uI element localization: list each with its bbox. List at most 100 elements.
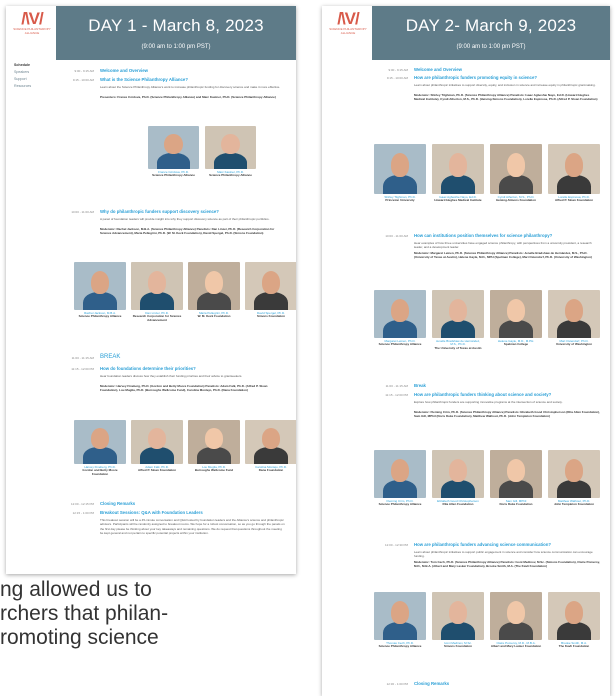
speaker-card[interactable]: Adam Falk, Ph.D. Alfred P. Sloan Foundati… (131, 420, 183, 476)
speaker-affiliation: Science Philanthropy Alliance (378, 342, 422, 347)
speaker-card[interactable]: Thomas Cech, Ph.D. Science Philanthropy A… (374, 592, 426, 649)
speaker-photo-body (499, 175, 533, 194)
speaker-card[interactable]: Shirley Tilghman, Ph.D. Princeton Univers… (374, 144, 426, 203)
alliance-logo[interactable]: /\V/ SCIENCE PHILANTHROPY ALLIANCE (328, 10, 368, 50)
speaker-affiliation: Simons Foundation (444, 644, 472, 649)
speaker-card[interactable]: Lou Muglia, Ph.D. Burroughs Wellcome Fund (188, 420, 240, 476)
speaker-affiliation: Science Philanthropy Alliance (152, 173, 195, 178)
session-time: 9:00 - 9:15 AM (74, 69, 94, 73)
speaker-card[interactable]: Sam Gill, MPhil Doris Duke Foundation (490, 450, 542, 507)
speaker-photo-head (261, 270, 281, 294)
speaker-card[interactable]: Helene Gayle, M.D., M.PH. Spelman College (490, 290, 542, 351)
session-people: Moderator: Tom Cech, Ph.D. (Science Phil… (414, 560, 600, 569)
speaker-photo-head (506, 600, 526, 624)
speaker-photo-body (557, 175, 591, 194)
nav-item-schedule[interactable]: Schedule (14, 62, 54, 69)
speaker-affiliation: Alfred P. Sloan Foundation (137, 468, 177, 473)
session-title: How do foundations determine their prior… (100, 366, 196, 371)
speaker-card[interactable]: Jenelle Bradshaw de Hernández, M.S., Ph.… (432, 290, 484, 351)
speaker-photo-body (441, 621, 475, 640)
article-text-fragment: ng allowed us to rchers that philan- rom… (0, 578, 300, 650)
session-description: Hear foundation leaders discuss how they… (100, 374, 243, 378)
speaker-photo (432, 290, 484, 338)
speaker-photo-body (140, 291, 174, 310)
speaker-card[interactable]: Mari Ostendorf, Ph.D. University of Washi… (548, 290, 600, 351)
session-description: This breakout session will be a 45-minut… (100, 518, 285, 536)
side-nav: Schedule Speakers Support Resources (14, 62, 54, 90)
speaker-photo-body (383, 319, 417, 338)
day2-subtitle: (9:00 am to 1:00 pm PST) (456, 44, 526, 50)
speaker-affiliation: Princeton University (385, 198, 415, 203)
speaker-affiliation: Science Philanthropy Alliance (209, 173, 252, 178)
speaker-card[interactable]: Brooke Smith, M.A. The Kavli Foundation (548, 592, 600, 649)
nav-item-resources[interactable]: Resources (14, 83, 54, 90)
day2-title: DAY 2- March 9, 2023 (405, 16, 577, 35)
speaker-photo (74, 262, 126, 310)
session-time: 11:15 - 12:00 PM (385, 393, 408, 397)
speaker-card[interactable]: France Córdova, Ph.D. Science Philanthrop… (148, 126, 199, 178)
speaker-card[interactable]: Rachel Jackson, M.B.A. Science Philanthro… (74, 262, 126, 322)
speaker-card[interactable]: Elizabeth Good Christopherson Rita Allen … (432, 450, 484, 507)
speaker-photo-body (197, 291, 231, 310)
session-title: Welcome and Overview (414, 67, 462, 72)
speaker-photo-head (221, 133, 240, 155)
speaker-photo-body (441, 319, 475, 338)
logo-mark: /\V/ (337, 9, 360, 28)
speaker-photo-head (147, 270, 167, 294)
alliance-logo[interactable]: /\V/ SCIENCE PHILANTHROPY ALLIANCE (12, 10, 52, 50)
speaker-affiliation: Simons Foundation (257, 314, 285, 319)
speaker-affiliation: W. M. Keck Foundation (197, 314, 231, 319)
session-time: 11:00 - 11:15 AM (71, 356, 94, 360)
speaker-photo (131, 420, 183, 464)
speaker-photo (188, 420, 240, 464)
speaker-photo (490, 144, 542, 194)
speaker-photo-head (164, 133, 183, 155)
speaker-photo-body (140, 447, 174, 464)
speaker-affiliation: Albert and Mary Lasker Foundation (490, 644, 542, 649)
day2-banner: DAY 2- March 9, 2023 (9:00 am to 1:00 pm… (372, 6, 610, 60)
nav-item-support[interactable]: Support (14, 76, 54, 83)
speaker-card[interactable]: Fleming Crim, Ph.D. Science Philanthropy … (374, 450, 426, 507)
speaker-row: Margaret Leinen, Ph.D. Science Philanthro… (374, 290, 606, 351)
speaker-photo-body (499, 319, 533, 338)
session-people: Moderator: Shirley Tilghman, Ph.D. (Scie… (414, 93, 598, 102)
speaker-photo-body (499, 621, 533, 640)
speaker-row: Harvey Fineberg, Ph.D. Gordon and Betty M… (74, 420, 296, 476)
speaker-photo (205, 126, 256, 169)
speaker-affiliation: University of Washington (555, 342, 593, 347)
speaker-card[interactable]: Matthew Walhout, Ph.D. John Templeton Fou… (548, 450, 600, 507)
speaker-card[interactable]: Dan Linzer, Ph.D. Research Corporation fo… (131, 262, 183, 322)
speaker-photo-head (506, 298, 526, 322)
speaker-affiliation: The Kavli Foundation (558, 644, 590, 649)
session-title: Welcome and Overview (100, 68, 148, 73)
speaker-card[interactable]: Margaret Leinen, Ph.D. Science Philanthro… (374, 290, 426, 351)
logo-text: SCIENCE PHILANTHROPY ALLIANCE (13, 27, 51, 35)
session-title: How are philanthropic funders thinking a… (414, 392, 552, 397)
speaker-card[interactable]: David Spergel, Ph.D. Simons Foundation (245, 262, 296, 322)
speaker-card[interactable]: Ivoni Medinov, M.Sc. Simons Foundation (432, 592, 484, 649)
speaker-photo (432, 450, 484, 498)
speaker-photo (131, 262, 183, 310)
speaker-card[interactable]: Carolina Montejo, Ph.D. Dana Foundation (245, 420, 296, 476)
speaker-photo-head (564, 153, 584, 177)
speaker-photo (245, 262, 296, 310)
speaker-photo-body (383, 479, 417, 498)
speaker-affiliation: Burroughs Wellcome Fund (194, 468, 234, 473)
speaker-photo (374, 592, 426, 640)
speaker-affiliation: Heising-Simons Foundation (496, 198, 536, 203)
speaker-card[interactable]: Harvey Fineberg, Ph.D. Gordon and Betty M… (74, 420, 126, 476)
speaker-card[interactable]: Maria Pellegrini, Ph.D. W. M. Keck Founda… (188, 262, 240, 322)
speaker-card[interactable]: Claire Pomeroy, M.D., M.B.A. Albert and M… (490, 592, 542, 649)
speaker-photo-body (557, 621, 591, 640)
speaker-photo-head (390, 458, 410, 482)
speaker-card[interactable]: Marc Kastner, Ph.D. Science Philanthropy … (205, 126, 256, 178)
speaker-card[interactable]: Lorelle Espinosa, Ph.D. Alfred P. Sloan F… (548, 144, 600, 203)
session-time: 12:30 - 1:00 PM (386, 682, 408, 686)
speaker-card[interactable]: Cyndi Atherton, M.S., Ph.D. Heising-Simon… (490, 144, 542, 203)
speaker-card[interactable]: Isaac Agbeshie Nayo, Ed.D. Howard Hughes … (432, 144, 484, 203)
nav-item-speakers[interactable]: Speakers (14, 69, 54, 76)
session-time: 10:00 - 11:00 AM (385, 234, 408, 238)
speaker-photo-body (254, 447, 288, 464)
speaker-photo-body (83, 291, 117, 310)
speaker-row: Shirley Tilghman, Ph.D. Princeton Univers… (374, 144, 606, 203)
